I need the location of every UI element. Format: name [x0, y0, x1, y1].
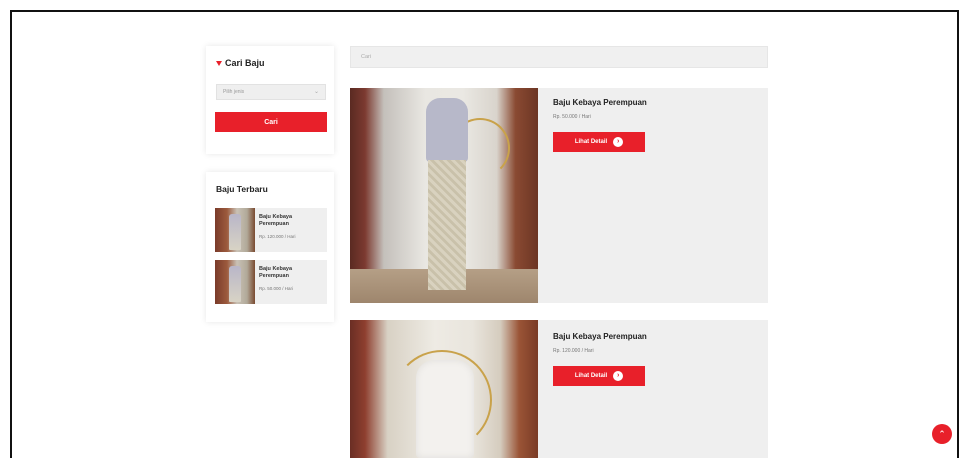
product-name[interactable]: Baju Kebaya Perempuan — [553, 332, 647, 341]
latest-item-thumbnail — [215, 260, 255, 304]
latest-item[interactable]: Baju Kebaya Perempuan Rp. 50.000 / Hari — [215, 260, 327, 304]
product-price: Rp. 50.000 / Hari — [553, 114, 591, 120]
scroll-top-button[interactable]: ⌃ — [932, 424, 952, 444]
product-name[interactable]: Baju Kebaya Perempuan — [553, 98, 647, 107]
latest-card-title: Baju Terbaru — [216, 184, 268, 194]
main-search-placeholder: Cari — [361, 54, 372, 60]
product-card: Baju Kebaya Perempuan Rp. 50.000 / Hari … — [350, 88, 768, 303]
filter-icon — [216, 60, 222, 66]
chevron-down-icon: ⌄ — [313, 89, 319, 95]
latest-item-name: Baju Kebaya Perempuan — [259, 266, 293, 279]
search-card-title: Cari Baju — [216, 58, 265, 68]
search-card-title-text: Cari Baju — [225, 58, 265, 68]
latest-item-name: Baju Kebaya Perempuan — [259, 214, 293, 227]
latest-card: Baju Terbaru Baju Kebaya Perempuan Rp. 1… — [206, 172, 334, 322]
arrow-right-icon: › — [613, 371, 624, 381]
view-detail-label: Lihat Detail — [574, 139, 608, 145]
latest-item[interactable]: Baju Kebaya Perempuan Rp. 120.000 / Hari — [215, 208, 327, 252]
product-card: Baju Kebaya Perempuan Rp. 120.000 / Hari… — [350, 320, 768, 458]
arrow-right-icon: › — [613, 137, 624, 147]
latest-item-price: Rp. 50.000 / Hari — [259, 286, 294, 291]
product-image[interactable] — [350, 88, 538, 303]
view-detail-button[interactable]: Lihat Detail › — [553, 132, 645, 152]
view-detail-label: Lihat Detail — [574, 373, 608, 379]
latest-item-price: Rp. 120.000 / Hari — [259, 234, 296, 239]
search-button-label: Cari — [264, 118, 278, 126]
product-image[interactable] — [350, 320, 538, 458]
view-detail-button[interactable]: Lihat Detail › — [553, 366, 645, 386]
main-search-input[interactable]: Cari — [350, 46, 768, 68]
product-price: Rp. 120.000 / Hari — [553, 348, 594, 354]
latest-item-thumbnail — [215, 208, 255, 252]
category-select[interactable]: Pilih jenis ⌄ — [216, 84, 326, 100]
search-button[interactable]: Cari — [215, 112, 327, 132]
chevron-up-icon: ⌃ — [938, 428, 946, 439]
category-select-value: Pilih jenis — [223, 89, 245, 95]
search-card: Cari Baju Pilih jenis ⌄ Cari — [206, 46, 334, 154]
